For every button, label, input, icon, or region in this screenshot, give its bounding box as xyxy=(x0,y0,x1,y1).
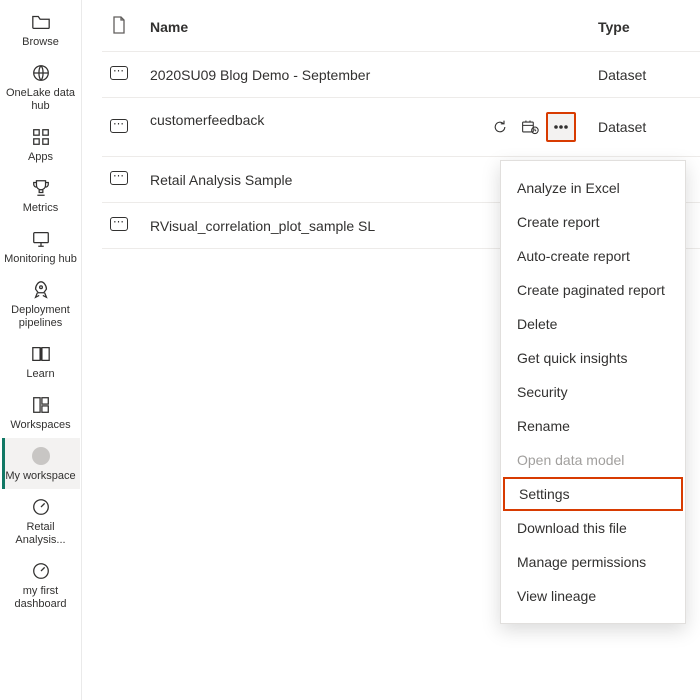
workspaces-icon xyxy=(31,395,51,415)
menu-security[interactable]: Security xyxy=(501,375,685,409)
nav-label: My workspace xyxy=(5,470,75,483)
nav-label: Workspaces xyxy=(10,419,70,432)
workspace-content: Name Type 2020SU09 Blog Demo - September… xyxy=(82,0,700,700)
dataset-icon xyxy=(102,157,136,203)
column-header-icon[interactable] xyxy=(102,0,136,52)
nav-label: my first dashboard xyxy=(4,585,78,611)
table-row[interactable]: 2020SU09 Blog Demo - SeptemberDataset xyxy=(102,52,700,98)
menu-download-this-file[interactable]: Download this file xyxy=(501,511,685,545)
refresh-button[interactable] xyxy=(486,113,514,141)
left-nav: Browse OneLake data hub Apps Metrics Monitor… xyxy=(0,0,82,700)
nav-label: Metrics xyxy=(23,202,58,215)
nav-label: Deployment pipelines xyxy=(4,304,78,330)
onelake-icon xyxy=(31,63,51,83)
rocket-icon xyxy=(31,280,51,300)
nav-label: OneLake data hub xyxy=(4,87,78,113)
nav-retail-analysis[interactable]: Retail Analysis... xyxy=(2,489,80,553)
column-header-name[interactable]: Name xyxy=(136,0,590,52)
more-options-button[interactable] xyxy=(546,112,576,142)
menu-delete[interactable]: Delete xyxy=(501,307,685,341)
nav-browse[interactable]: Browse xyxy=(2,4,80,55)
nav-onelake-data-hub[interactable]: OneLake data hub xyxy=(2,55,80,119)
gauge-icon xyxy=(31,497,51,517)
item-name[interactable]: 2020SU09 Blog Demo - September xyxy=(136,52,590,98)
dataset-icon xyxy=(102,52,136,98)
item-type: Dataset xyxy=(590,52,700,98)
more-options-menu: Analyze in ExcelCreate reportAuto-create… xyxy=(500,160,686,624)
menu-view-lineage[interactable]: View lineage xyxy=(501,579,685,613)
menu-open-data-model: Open data model xyxy=(501,443,685,477)
nav-my-workspace[interactable]: My workspace xyxy=(2,438,80,489)
nav-apps[interactable]: Apps xyxy=(2,119,80,170)
schedule-refresh-button[interactable] xyxy=(516,113,544,141)
menu-create-paginated-report[interactable]: Create paginated report xyxy=(501,273,685,307)
table-row[interactable]: customerfeedbackDataset xyxy=(102,98,700,157)
nav-metrics[interactable]: Metrics xyxy=(2,170,80,221)
menu-create-report[interactable]: Create report xyxy=(501,205,685,239)
menu-get-quick-insights[interactable]: Get quick insights xyxy=(501,341,685,375)
nav-my-first-dashboard[interactable]: my first dashboard xyxy=(2,553,80,617)
nav-learn[interactable]: Learn xyxy=(2,336,80,387)
nav-workspaces[interactable]: Workspaces xyxy=(2,387,80,438)
nav-label: Browse xyxy=(22,36,59,49)
dataset-icon xyxy=(102,203,136,249)
book-icon xyxy=(31,344,51,364)
menu-manage-permissions[interactable]: Manage permissions xyxy=(501,545,685,579)
avatar xyxy=(31,446,51,466)
nav-deployment-pipelines[interactable]: Deployment pipelines xyxy=(2,272,80,336)
item-type: Dataset xyxy=(590,98,700,157)
apps-icon xyxy=(31,127,51,147)
menu-auto-create-report[interactable]: Auto-create report xyxy=(501,239,685,273)
menu-analyze-in-excel[interactable]: Analyze in Excel xyxy=(501,171,685,205)
column-header-type[interactable]: Type xyxy=(590,0,700,52)
menu-rename[interactable]: Rename xyxy=(501,409,685,443)
trophy-icon xyxy=(31,178,51,198)
menu-settings[interactable]: Settings xyxy=(503,477,683,511)
nav-monitoring-hub[interactable]: Monitoring hub xyxy=(2,221,80,272)
gauge-icon xyxy=(31,561,51,581)
nav-label: Monitoring hub xyxy=(4,253,77,266)
item-name[interactable]: customerfeedback xyxy=(136,98,590,157)
nav-label: Retail Analysis... xyxy=(4,521,78,547)
dataset-icon xyxy=(102,98,136,157)
monitor-icon xyxy=(31,229,51,249)
folder-icon xyxy=(31,12,51,32)
nav-label: Apps xyxy=(28,151,53,164)
nav-label: Learn xyxy=(26,368,54,381)
